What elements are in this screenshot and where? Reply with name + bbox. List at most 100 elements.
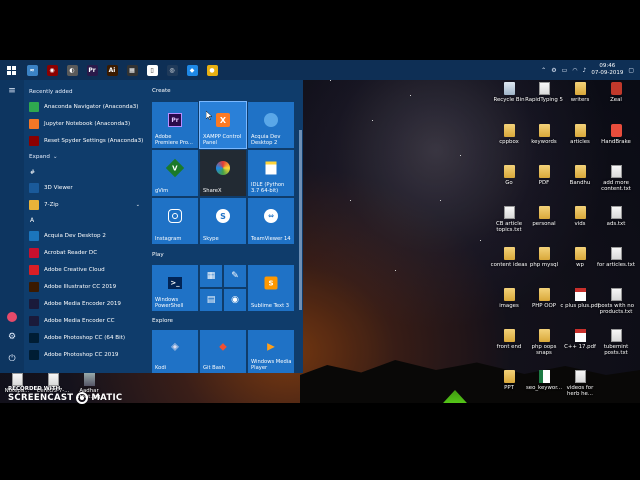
desktop-icon-label: add more content.txt (601, 180, 631, 192)
taskbar-app-button[interactable]: Pr (82, 60, 102, 80)
settings-icon[interactable]: ⚙ (551, 67, 556, 74)
taskbar-app-button[interactable]: ◐ (62, 60, 82, 80)
tile-sublime[interactable]: S Sublime Text 3 (248, 265, 294, 311)
desktop-icon[interactable]: ads.txt (596, 206, 636, 227)
chevron-down-icon[interactable]: ⌄ (136, 202, 140, 208)
group-create-header[interactable]: Create (152, 88, 171, 94)
taskbar-app-button[interactable]: ◆ (182, 60, 202, 80)
desktop-icon[interactable]: videos for herb he... (560, 370, 600, 397)
app-list-item[interactable]: 7-Zip ⌄ (24, 196, 146, 213)
notification-icon[interactable]: ▢ (628, 67, 634, 74)
desktop-icon[interactable]: HandBrake (596, 124, 636, 145)
desktop-icon[interactable]: Zeal (596, 82, 636, 103)
desktop-icon-label: personal (532, 221, 556, 227)
app-list-item[interactable]: Jupyter Notebook (Anaconda3) (24, 115, 146, 132)
taskbar-app-button[interactable]: ● (202, 60, 222, 80)
desktop-icon[interactable]: C++ 17.pdf (560, 329, 600, 350)
app-list-item[interactable]: Anaconda Navigator (Anaconda3) (24, 98, 146, 115)
tile-movies[interactable]: ▦ (200, 265, 222, 287)
app-list-item[interactable]: Adobe Illustrator CC 2019 (24, 278, 146, 295)
desktop-icon[interactable]: vids (560, 206, 600, 227)
desktop-icon[interactable]: Recycle Bin (489, 82, 529, 103)
folder-icon (29, 199, 39, 210)
taskbar-app-button[interactable]: ≈ (22, 60, 42, 80)
desktop-icon[interactable]: content ideas (489, 247, 529, 268)
tile-powershell[interactable]: >_ Windows PowerShell (152, 265, 198, 311)
folder-icon (574, 247, 586, 260)
taskbar-app-button[interactable]: Ai (102, 60, 122, 80)
app-list-item[interactable]: 3D Viewer (24, 179, 146, 196)
desktop-icon[interactable]: articles (560, 124, 600, 145)
desktop-icon[interactable]: front end (489, 329, 529, 350)
desktop-icon[interactable]: images (489, 288, 529, 309)
app-list-item[interactable]: Adobe Media Encoder 2019 (24, 295, 146, 312)
expand-button[interactable]: Expand ⌄ (24, 149, 146, 165)
tile-label: Adobe Premiere Pro... (155, 134, 193, 146)
desktop-icon-label: cppbox (499, 139, 519, 145)
desktop-icon[interactable]: for articles.txt (596, 247, 636, 268)
desktop-icon[interactable]: keywords (524, 124, 564, 145)
chevron-up-icon[interactable]: ⌃ (541, 67, 546, 74)
desktop-icon[interactable]: Go (489, 165, 529, 186)
tile-kodi[interactable]: ◈ Kodi (152, 330, 198, 373)
clock[interactable]: 09:46 07-09-2019 (591, 63, 623, 77)
hamburger-icon[interactable]: ≡ (0, 80, 24, 102)
desktop-icon[interactable]: add more content.txt (596, 165, 636, 192)
app-list-item[interactable]: Adobe Creative Cloud (24, 261, 146, 278)
tile-git-bash[interactable]: ◆ Git Bash (200, 330, 246, 373)
tile-calculator[interactable]: ▤ (200, 289, 222, 311)
desktop-icon[interactable]: RapidTyping 5 (524, 82, 564, 103)
letter-header-hash[interactable]: # (24, 165, 146, 179)
volume-icon[interactable]: ♪ (583, 67, 587, 74)
desktop-icon[interactable]: php mysql (524, 247, 564, 268)
taskbar-app-button[interactable]: ◎ (162, 60, 182, 80)
desktop-icon[interactable]: cppbox (489, 124, 529, 145)
desktop-icon[interactable]: seo_keywor... (524, 370, 564, 391)
screencast-logo-icon (76, 392, 89, 404)
app-list-item[interactable]: Adobe Photoshop CC 2019 (24, 346, 146, 363)
tile-acquia[interactable]: Acquia Dev Desktop 2 (248, 102, 294, 148)
desktop-icon[interactable]: wp (560, 247, 600, 268)
app-list-item[interactable]: Acrobat Reader DC (24, 244, 146, 261)
file-icon (610, 165, 622, 178)
tile-gvim[interactable]: V gVim (152, 150, 198, 196)
settings-icon[interactable]: ⚙ (0, 326, 24, 348)
tile-instagram[interactable]: Instagram (152, 198, 198, 244)
desktop-icon[interactable]: php oops snaps (524, 329, 564, 356)
desktop-icon[interactable]: CB article topics.txt (489, 206, 529, 233)
group-play-header[interactable]: Play (152, 252, 164, 258)
taskbar-app-button[interactable]: ▦ (122, 60, 142, 80)
desktop-icon[interactable]: PPT (489, 370, 529, 391)
tile-premiere-pro[interactable]: Pr Adobe Premiere Pro... (152, 102, 198, 148)
user-avatar-icon[interactable] (0, 306, 24, 328)
desktop-icon[interactable]: tubemint posts.txt (596, 329, 636, 356)
desktop-icon[interactable]: PDF (524, 165, 564, 186)
desktop-icon[interactable]: posts with no products.txt (596, 288, 636, 315)
app-list-item[interactable]: Adobe Media Encoder CC (24, 312, 146, 329)
desktop-icon[interactable]: personal (524, 206, 564, 227)
app-list-item[interactable]: Acquia Dev Desktop 2 (24, 227, 146, 244)
letter-header-a[interactable]: A (24, 213, 146, 227)
taskbar-app-button[interactable]: ▯ (142, 60, 162, 80)
tile-skype[interactable]: S Skype (200, 198, 246, 244)
start-button[interactable] (0, 60, 22, 80)
desktop-icon[interactable]: PHP OOP (524, 288, 564, 309)
desktop-icon[interactable]: writers (560, 82, 600, 103)
tile-paint[interactable]: ✎ (224, 265, 246, 287)
tile-idle-python[interactable]: IDLE (Python 3.7 64-bit) (248, 150, 294, 196)
tile-sharex[interactable]: ShareX (200, 150, 246, 196)
battery-icon[interactable]: ▭ (562, 67, 568, 74)
taskbar-app-button[interactable]: ◉ (42, 60, 62, 80)
tile-xampp[interactable]: X XAMPP Control Panel (199, 101, 247, 149)
power-icon[interactable]: ⏻ (0, 348, 24, 370)
start-scrollbar[interactable] (299, 130, 302, 310)
group-explore-header[interactable]: Explore (152, 318, 173, 324)
tile-teamviewer[interactable]: ⇔ TeamViewer 14 (248, 198, 294, 244)
desktop-icon[interactable]: c plus plus.pdf (560, 288, 600, 309)
desktop-icon[interactable]: Bandhu (560, 165, 600, 186)
app-list-item[interactable]: Reset Spyder Settings (Anaconda3) (24, 132, 146, 149)
app-list-item[interactable]: Adobe Photoshop CC (64 Bit) (24, 329, 146, 346)
tile-camera[interactable]: ◉ (224, 289, 246, 311)
tile-media-player[interactable]: ▶ Windows Media Player (248, 330, 294, 373)
wifi-icon[interactable]: ◠ (572, 67, 577, 74)
